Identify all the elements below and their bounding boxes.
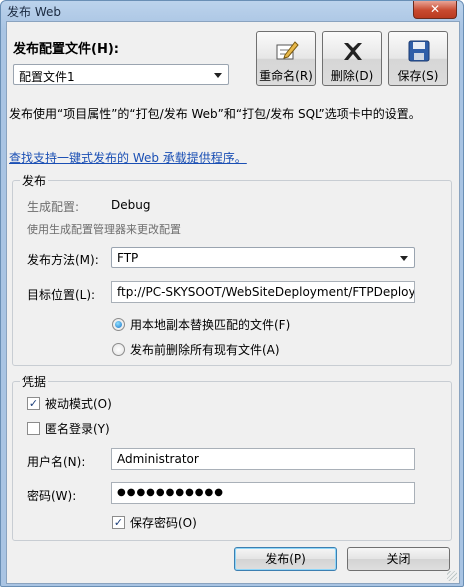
anonymous-login-checkbox[interactable] [27,422,40,435]
close-window-button[interactable]: ✕ [413,1,457,19]
password-input[interactable]: ●●●●●●●●●●● [111,482,415,504]
anonymous-login-label[interactable]: 匿名登录(Y) [45,420,110,437]
delete-existing-radio[interactable] [112,343,125,356]
build-config-label: 生成配置: [27,200,80,214]
rename-button[interactable]: 重命名(R) [256,31,316,86]
hosting-provider-link[interactable]: 查找支持一键式发布的 Web 承载提供程序。 [9,149,247,166]
publish-method-select[interactable]: FTP [111,247,415,268]
publish-web-dialog: 发布 Web ✕ 发布配置文件(H): 配置文件1 重命名(R) 删除(D) 保… [0,0,464,587]
build-config-value: Debug [111,198,151,212]
title-bar[interactable]: 发布 Web ✕ [1,1,463,19]
publish-button[interactable]: 发布(P) [234,547,337,571]
username-input[interactable]: Administrator [111,448,415,470]
publish-method-label: 发布方法(M): [27,253,99,267]
save-password-checkbox[interactable]: ✓ [112,516,125,529]
target-location-input[interactable]: ftp://PC-SKYSOOT/WebSiteDeployment/FTPDe… [111,281,415,303]
replace-files-label[interactable]: 用本地副本替换匹配的文件(F) [130,316,290,333]
chevron-down-icon [214,73,222,78]
profile-label: 发布配置文件(H): [13,42,119,57]
profile-select-value: 配置文件1 [19,70,75,84]
delete-x-icon [344,43,362,60]
passive-mode-label[interactable]: 被动模式(O) [45,395,112,412]
close-button[interactable]: 关闭 [347,547,450,571]
delete-existing-label[interactable]: 发布前删除所有现有文件(A) [130,341,280,358]
replace-files-radio[interactable] [112,318,125,331]
publish-method-value: FTP [117,251,139,265]
publish-group: 发布 生成配置: Debug 使用生成配置管理器来更改配置 发布方法(M): F… [12,172,452,366]
save-label: 保存(S) [397,69,439,83]
credentials-group-title: 凭据 [20,373,49,390]
delete-label: 删除(D) [330,69,374,83]
description-text: 发布使用“项目属性”的“打包/发布 Web”和“打包/发布 SQL”选项卡中的设… [9,107,421,121]
save-password-label[interactable]: 保存密码(O) [130,514,197,531]
dialog-body: 发布配置文件(H): 配置文件1 重命名(R) 删除(D) 保存(S) 发布使用… [6,21,460,584]
save-button[interactable]: 保存(S) [388,31,448,86]
rename-icon [276,41,299,60]
credentials-group: 凭据 ✓ 被动模式(O) 匿名登录(Y) 用户名(N): Administrat… [12,373,452,541]
window-title: 发布 Web [7,5,61,19]
target-location-label: 目标位置(L): [27,288,96,302]
passive-mode-checkbox[interactable]: ✓ [27,397,40,410]
close-icon: ✕ [429,2,441,16]
delete-button[interactable]: 删除(D) [322,31,382,86]
floppy-disk-icon [408,40,430,62]
password-label: 密码(W): [27,489,77,503]
publish-group-title: 发布 [20,172,49,189]
username-label: 用户名(N): [27,455,86,469]
chevron-down-icon [400,256,408,261]
build-config-hint: 使用生成配置管理器来更改配置 [27,223,181,236]
resize-grip[interactable] [447,571,457,581]
profile-select[interactable]: 配置文件1 [13,64,229,85]
rename-label: 重命名(R) [259,69,313,83]
